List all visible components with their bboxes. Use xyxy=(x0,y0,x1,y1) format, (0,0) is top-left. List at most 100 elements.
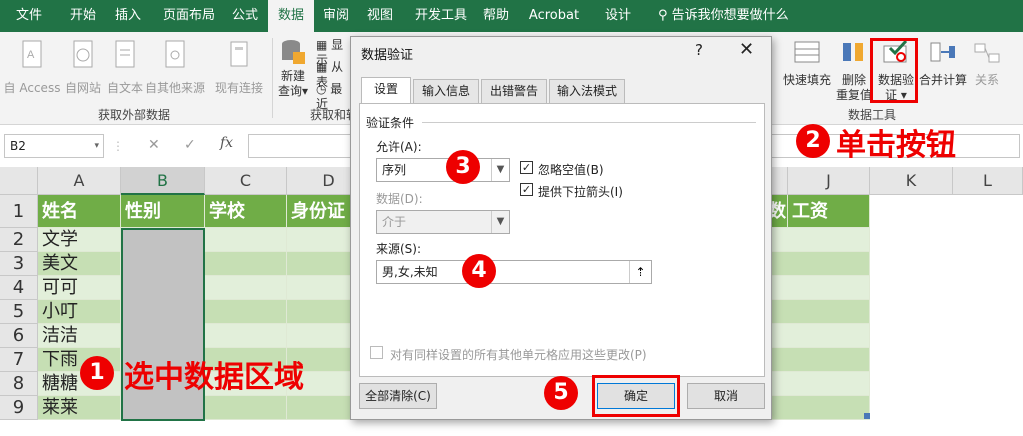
table-cell[interactable] xyxy=(768,276,870,300)
svg-text:A: A xyxy=(27,49,35,61)
flash-fill-button[interactable]: 快速填充 xyxy=(780,40,834,87)
name-cell[interactable]: 小叮 xyxy=(38,300,121,324)
step-4-badge: 4 xyxy=(462,254,496,288)
consolidate-icon xyxy=(930,42,955,62)
tab-ime-mode[interactable]: 输入法模式 xyxy=(549,79,625,103)
source-input[interactable]: 男,女,未知 ⇡ xyxy=(376,260,652,284)
data-select[interactable]: 介于 ▼ xyxy=(376,210,510,234)
table-cell[interactable] xyxy=(768,228,870,252)
header-cell-school[interactable]: 学校 xyxy=(205,195,287,228)
row-header-4[interactable]: 4 xyxy=(0,276,38,300)
row-header-9[interactable]: 9 xyxy=(0,396,38,420)
header-cell-name[interactable]: 姓名 xyxy=(38,195,121,228)
tab-settings[interactable]: 设置 xyxy=(361,77,411,104)
table-cell[interactable] xyxy=(768,396,870,420)
tab-file[interactable]: 文件 xyxy=(6,0,52,32)
in-cell-dropdown-checkbox[interactable]: ✓ xyxy=(520,183,533,196)
row-header-5[interactable]: 5 xyxy=(0,300,38,324)
confirm-entry-icon[interactable]: ✓ xyxy=(184,137,196,153)
from-web-button[interactable]: 自网站 xyxy=(62,40,104,95)
tab-input-message[interactable]: 输入信息 xyxy=(413,79,479,103)
database-icon xyxy=(282,40,305,64)
header-cell-gender[interactable]: 性别 xyxy=(121,195,205,228)
table-cell[interactable] xyxy=(768,324,870,348)
column-header-j[interactable]: J xyxy=(788,167,870,195)
table-cell[interactable] xyxy=(205,252,287,276)
row-header-6[interactable]: 6 xyxy=(0,324,38,348)
from-access-button[interactable]: A 自 Access xyxy=(2,40,62,95)
name-cell[interactable]: 文学 xyxy=(38,228,121,252)
apply-all-checkbox[interactable] xyxy=(370,346,383,359)
text-file-icon xyxy=(115,40,135,68)
table-cell[interactable] xyxy=(768,348,870,372)
select-all-corner[interactable] xyxy=(0,167,38,195)
table-cell[interactable] xyxy=(768,252,870,276)
consolidate-button[interactable]: 合并计算 xyxy=(918,40,968,87)
row-header-3[interactable]: 3 xyxy=(0,252,38,276)
tab-help[interactable]: 帮助 xyxy=(478,0,514,32)
table-cell[interactable] xyxy=(205,300,287,324)
table-cell[interactable] xyxy=(205,228,287,252)
help-icon[interactable]: ? xyxy=(695,41,703,59)
name-cell[interactable]: 洁洁 xyxy=(38,324,121,348)
tab-design[interactable]: 设计 xyxy=(596,0,640,32)
tab-error-alert[interactable]: 出错警告 xyxy=(481,79,547,103)
header-cell-salary[interactable]: 工资 xyxy=(788,195,870,228)
chevron-down-icon: ▾ xyxy=(94,141,99,151)
tell-me-search[interactable]: ⚲ 告诉我你想要做什么 xyxy=(658,0,789,32)
column-header-b[interactable]: B xyxy=(121,167,205,195)
tab-home[interactable]: 开始 xyxy=(60,0,106,32)
step-5-badge: 5 xyxy=(544,376,578,410)
row-header-2[interactable]: 2 xyxy=(0,228,38,252)
ignore-blank-checkbox[interactable]: ✓ xyxy=(520,161,533,174)
close-icon[interactable]: ✕ xyxy=(739,39,754,60)
tab-review[interactable]: 审阅 xyxy=(318,0,354,32)
cancel-entry-icon[interactable]: ✕ xyxy=(148,137,160,153)
tab-developer[interactable]: 开发工具 xyxy=(406,0,476,32)
allow-select[interactable]: 序列 ▼ xyxy=(376,158,510,182)
more-icon: ⋮ xyxy=(112,139,124,153)
data-validation-dialog: 数据验证 ? ✕ 设置 输入信息 出错警告 输入法模式 验证条件 允许(A): … xyxy=(350,36,772,420)
insert-function-icon[interactable]: fx xyxy=(220,135,233,151)
tab-insert[interactable]: 插入 xyxy=(108,0,148,32)
column-header-a[interactable]: A xyxy=(38,167,121,195)
table-cell[interactable] xyxy=(205,324,287,348)
name-cell[interactable]: 可可 xyxy=(38,276,121,300)
collapse-dialog-icon[interactable]: ⇡ xyxy=(629,261,651,283)
table-cell[interactable] xyxy=(768,372,870,396)
chevron-down-icon: ▼ xyxy=(491,211,509,233)
tab-data[interactable]: 数据 xyxy=(268,0,314,32)
tab-formulas[interactable]: 公式 xyxy=(226,0,264,32)
table-cell[interactable] xyxy=(768,300,870,324)
highlight-validation-button xyxy=(870,38,918,103)
existing-connections-button[interactable]: 现有连接 xyxy=(212,40,266,95)
tab-page-layout[interactable]: 页面布局 xyxy=(154,0,224,32)
table-resize-handle[interactable] xyxy=(864,413,870,419)
row-header-1[interactable]: 1 xyxy=(0,195,38,228)
from-other-sources-button[interactable]: 自其他来源 xyxy=(144,40,206,95)
settings-panel: 验证条件 允许(A): 序列 ▼ ✓ 忽略空值(B) ✓ 提供下拉箭头(I) 数… xyxy=(359,103,765,377)
column-header-c[interactable]: C xyxy=(205,167,287,195)
tab-view[interactable]: 视图 xyxy=(362,0,398,32)
table-cell[interactable] xyxy=(205,396,287,420)
other-sources-icon xyxy=(165,40,185,68)
cancel-button[interactable]: 取消 xyxy=(687,383,765,409)
row-header-7[interactable]: 7 xyxy=(0,348,38,372)
remove-duplicates-button[interactable]: 删除 重复值 xyxy=(834,40,874,102)
relationships-button[interactable]: 关系 xyxy=(970,40,1004,87)
web-icon xyxy=(73,40,93,68)
ignore-blank-label: 忽略空值(B) xyxy=(538,163,604,177)
tab-acrobat[interactable]: Acrobat xyxy=(524,0,584,32)
column-header-k[interactable]: K xyxy=(870,167,953,195)
column-header-l[interactable]: L xyxy=(953,167,1023,195)
in-cell-dropdown-label: 提供下拉箭头(I) xyxy=(538,185,623,199)
step-1-text: 选中数据区域 xyxy=(124,360,304,395)
from-text-button[interactable]: 自文本 xyxy=(104,40,146,95)
name-cell[interactable]: 美文 xyxy=(38,252,121,276)
name-cell[interactable]: 莱莱 xyxy=(38,396,121,420)
row-header-8[interactable]: 8 xyxy=(0,372,38,396)
table-cell[interactable] xyxy=(205,276,287,300)
clear-all-button[interactable]: 全部清除(C) xyxy=(359,383,437,409)
new-query-button[interactable]: 新建 查询▾ xyxy=(274,38,312,99)
name-box[interactable]: B2 ▾ xyxy=(4,134,104,158)
